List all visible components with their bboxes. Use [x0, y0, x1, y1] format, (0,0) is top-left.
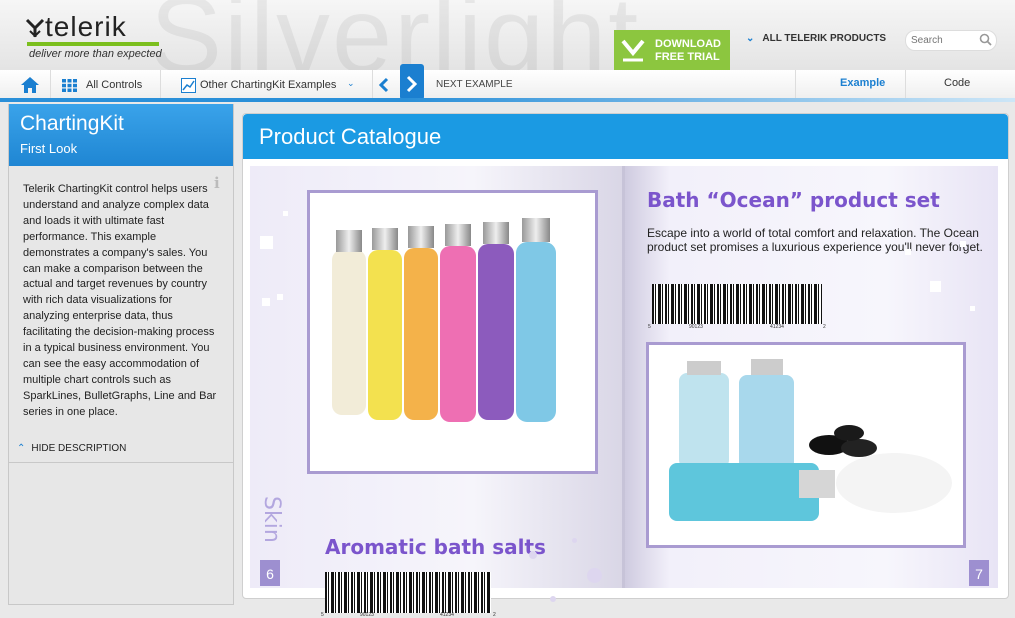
example-panel: Product Catalogue Aromatic bath salts 5 … — [242, 113, 1009, 618]
nav-divider — [795, 70, 796, 100]
panel-header: Product Catalogue — [243, 114, 1008, 159]
ocean-bottles-photo — [669, 359, 952, 521]
download-label-line1: DOWNLOAD — [655, 38, 721, 50]
decor-bubble — [529, 551, 537, 559]
sidebar-separator — [9, 462, 233, 463]
left-page-heading: Aromatic bath salts — [325, 535, 546, 559]
decor-square — [260, 236, 273, 249]
nav-accent-line — [0, 98, 1015, 102]
bath-salts-image — [307, 190, 598, 474]
tab-code[interactable]: Code — [944, 77, 970, 89]
all-products-dropdown[interactable]: ⌄ ALL TELERIK PRODUCTS — [746, 33, 886, 44]
nav-divider — [160, 70, 161, 100]
download-label-line2: FREE TRIAL — [655, 51, 720, 63]
catalogue-right-page[interactable]: Bath “Ocean” product set Escape into a w… — [625, 166, 998, 588]
ocean-set-image — [646, 342, 966, 548]
decor-square — [960, 241, 966, 247]
logo-tagline: deliver more than expected — [29, 48, 162, 60]
all-controls-label: All Controls — [86, 79, 143, 91]
tab-example[interactable]: Example — [840, 77, 885, 89]
next-example-link[interactable]: NEXT EXAMPLE — [436, 79, 513, 90]
right-barcode-digit: 41234 — [770, 324, 784, 330]
decor-square — [905, 249, 911, 255]
left-barcode — [325, 572, 491, 613]
other-examples-label: Other ChartingKit Examples — [200, 79, 337, 91]
decor-square — [283, 211, 288, 216]
description-sidebar: ChartingKit First Look i Telerik Chartin… — [8, 104, 234, 605]
sidebar-description: Telerik ChartingKit control helps users … — [23, 183, 217, 418]
telerik-logo[interactable]: telerik deliver more than expected — [25, 11, 162, 61]
decor-square — [262, 298, 270, 306]
bath-salt-bottles-photo — [332, 218, 556, 422]
sidebar-subtitle: First Look — [20, 141, 78, 156]
all-products-label: ALL TELERIK PRODUCTS — [762, 33, 887, 44]
double-chevron-icon: ⌄ — [347, 78, 355, 88]
hide-description-label: HIDE DESCRIPTION — [31, 443, 127, 454]
decor-square — [970, 306, 975, 311]
right-page-heading: Bath “Ocean” product set — [647, 188, 940, 212]
logo-underline — [27, 42, 159, 46]
nav-divider — [372, 70, 373, 100]
top-header: Silverlight telerik deliver more than ex… — [0, 0, 1015, 71]
left-barcode-digit: 90123 — [360, 612, 374, 618]
chart-icon — [181, 78, 196, 93]
silverlight-watermark: Silverlight — [150, 0, 641, 71]
left-barcode-digit: 5 — [321, 612, 324, 618]
right-barcode-digit: 90123 — [689, 324, 703, 330]
download-free-trial-button[interactable]: DOWNLOAD FREE TRIAL — [614, 30, 730, 70]
download-arrow-icon — [621, 39, 645, 62]
search-icon[interactable] — [979, 33, 992, 46]
nav-divider — [905, 70, 906, 100]
logo-wordmark: telerik — [45, 11, 127, 42]
previous-example-icon[interactable] — [378, 77, 390, 93]
right-page-body: Escape into a world of total comfort and… — [647, 226, 983, 254]
skin-label: Skin — [259, 496, 284, 543]
search-input[interactable] — [911, 33, 977, 47]
hide-description-button[interactable]: ⌃ HIDE DESCRIPTION — [17, 443, 126, 454]
download-label: DOWNLOAD FREE TRIAL — [655, 38, 729, 64]
chevron-down-icon: ⌄ — [746, 33, 755, 44]
catalogue-left-page[interactable]: Aromatic bath salts 5 90123 41234 2 Skin… — [250, 166, 623, 618]
telerik-logo-icon — [25, 18, 45, 38]
home-icon[interactable] — [20, 76, 40, 94]
right-barcode-digit: 5 — [648, 324, 651, 330]
right-barcode — [652, 284, 822, 324]
next-example-arrow-button[interactable] — [400, 64, 424, 100]
left-barcode-digit: 2 — [493, 612, 496, 618]
decor-bubble — [550, 596, 556, 602]
sidebar-title: ChartingKit — [20, 112, 124, 135]
decor-square — [930, 281, 941, 292]
chevron-right-icon — [406, 75, 418, 93]
nav-divider — [50, 70, 51, 100]
sidebar-header: ChartingKit First Look — [9, 104, 233, 166]
right-barcode-digit: 2 — [823, 324, 826, 330]
left-barcode-digit: 41234 — [440, 612, 454, 618]
chevron-up-icon: ⌃ — [17, 443, 26, 454]
left-page-number: 6 — [260, 560, 280, 586]
decor-square — [277, 294, 283, 300]
grid-icon — [62, 79, 77, 92]
panel-title: Product Catalogue — [259, 124, 442, 149]
navigation-bar: All Controls Other ChartingKit Examples … — [0, 64, 1015, 101]
right-page-number: 7 — [969, 560, 989, 586]
search-box[interactable] — [905, 30, 997, 51]
decor-bubble — [572, 538, 577, 543]
decor-bubble — [587, 568, 602, 583]
